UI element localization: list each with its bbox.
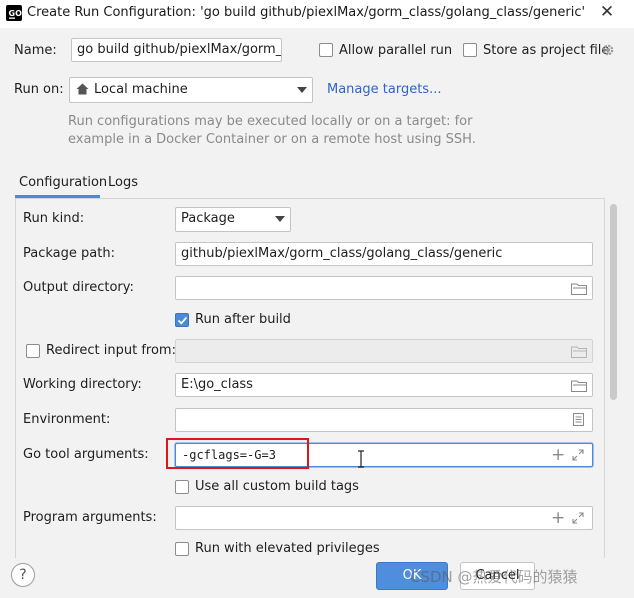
document-icon[interactable] [573,413,584,426]
tab-logs[interactable]: Logs [108,175,138,190]
add-icon[interactable]: + [551,445,565,465]
tab-configuration-label: Configuration [19,175,108,190]
working-directory-label: Working directory: [23,377,142,392]
store-project-label[interactable]: Store as project file [483,43,609,58]
output-directory-label: Output directory: [23,280,134,295]
close-window-icon[interactable]: ✕ [598,3,616,21]
allow-parallel-checkbox[interactable] [319,43,333,57]
expand-icon[interactable] [572,449,584,461]
csdn-watermark: CSDN @热爱代码的猿猿 [410,568,578,586]
name-input[interactable]: go build github/piexlMax/gorm_class/gola… [71,38,282,62]
output-directory-input[interactable] [175,276,593,300]
elevated-privileges-label[interactable]: Run with elevated privileges [195,541,380,556]
store-project-checkbox[interactable] [463,43,477,57]
working-folder-icon[interactable] [571,380,587,392]
window-title: Create Run Configuration: 'go build gith… [27,5,586,20]
custom-build-tags-label[interactable]: Use all custom build tags [195,479,359,494]
redirect-input-field [175,339,593,363]
package-path-label: Package path: [23,246,115,261]
help-icon[interactable]: ? [11,563,35,587]
redirect-input-label[interactable]: Redirect input from: [46,343,176,358]
text-cursor-icon [358,450,364,468]
svg-text:GO: GO [9,9,23,18]
run-kind-chevron-down-icon[interactable] [275,216,285,222]
folder-icon[interactable] [571,283,587,295]
run-on-label: Run on: [14,82,64,97]
program-arguments-label: Program arguments: [23,510,157,525]
run-kind-dropdown[interactable]: Package [175,207,291,232]
elevated-row-clip: Run with elevated privileges [0,538,606,558]
environment-input[interactable] [175,408,593,432]
home-icon [76,83,89,95]
run-on-hint-line1: Run configurations may be executed local… [68,114,473,129]
gear-icon[interactable] [601,43,615,57]
environment-label: Environment: [23,412,111,427]
run-after-build-checkbox[interactable] [175,313,189,327]
run-on-dropdown[interactable]: Local machine [69,77,313,103]
run-on-value: Local machine [94,82,188,97]
program-add-icon[interactable]: + [551,508,565,528]
run-kind-value: Package [181,211,235,226]
go-tool-arguments-label: Go tool arguments: [23,447,149,462]
goland-app-icon: GO [6,5,22,21]
program-expand-icon[interactable] [572,512,584,524]
run-after-build-label[interactable]: Run after build [195,312,291,327]
custom-build-tags-checkbox[interactable] [175,480,189,494]
redirect-input-checkbox[interactable] [26,344,40,358]
redirect-folder-icon [571,346,587,358]
chevron-down-icon[interactable] [297,87,307,93]
run-kind-label: Run kind: [23,211,85,226]
program-arguments-input[interactable] [175,506,593,530]
run-on-hint-line2: example in a Docker Container or on a re… [68,132,476,147]
scrollbar-thumb[interactable] [610,204,617,400]
working-directory-input[interactable]: E:\go_class [175,373,593,397]
manage-targets-link[interactable]: Manage targets... [327,82,441,97]
name-label: Name: [14,43,57,58]
elevated-privileges-checkbox[interactable] [175,542,189,556]
tab-configuration[interactable]: Configuration [15,173,107,198]
allow-parallel-label[interactable]: Allow parallel run [339,43,452,58]
package-path-input[interactable]: github/piexlMax/gorm_class/golang_class/… [175,242,593,266]
highlight-annotation-box [166,438,309,469]
